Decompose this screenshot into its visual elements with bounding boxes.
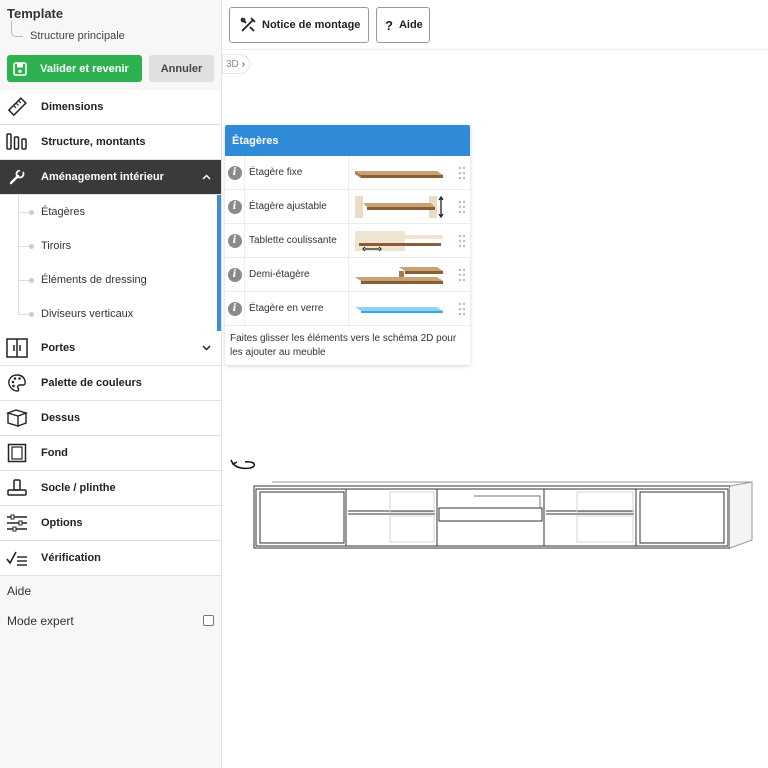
- tree-connector: [11, 21, 23, 37]
- info-button[interactable]: i: [225, 257, 245, 292]
- menu-item-interior[interactable]: Aménagement intérieur: [0, 160, 221, 195]
- expert-mode-label: Mode expert: [7, 614, 74, 628]
- sidebar: Template Structure principale Valider et…: [0, 0, 222, 768]
- adjustable-shelf-image: [349, 190, 449, 224]
- shelf-item-fixed[interactable]: i Étagère fixe: [225, 155, 470, 190]
- menu-item-structure[interactable]: Structure, montants: [0, 125, 221, 160]
- sliding-shelf-image: [349, 224, 449, 258]
- save-icon: [7, 55, 33, 82]
- info-icon: i: [227, 267, 242, 282]
- submenu-item-drawers[interactable]: Tiroirs: [0, 229, 217, 263]
- plinth-icon: [0, 471, 34, 506]
- panel-title: Étagères: [225, 125, 470, 156]
- columns-icon: [0, 125, 34, 160]
- info-button[interactable]: i: [225, 223, 245, 258]
- info-icon: i: [227, 233, 242, 248]
- fixed-shelf-image: [349, 156, 449, 190]
- shelf-item-adjustable[interactable]: i Étagère ajustable: [225, 189, 470, 224]
- submenu-item-dividers[interactable]: Diviseurs verticaux: [0, 297, 217, 331]
- info-button[interactable]: i: [225, 189, 245, 224]
- help-link[interactable]: Aide: [7, 584, 31, 598]
- question-icon: ?: [385, 17, 393, 33]
- menu-item-back[interactable]: Fond: [0, 436, 221, 471]
- rotate-icon[interactable]: [229, 458, 257, 479]
- toolbar: Notice de montage ? Aide: [222, 0, 768, 50]
- doors-icon: [0, 331, 34, 366]
- panel-hint: Faites glisser les éléments vers le sché…: [230, 333, 457, 358]
- menu-item-plinth[interactable]: Socle / plinthe: [0, 471, 221, 506]
- cancel-button[interactable]: Annuler: [149, 55, 214, 82]
- palette-icon: [0, 366, 34, 401]
- validate-label: Valider et revenir: [40, 62, 129, 75]
- back-panel-icon: [0, 436, 34, 471]
- expert-mode-checkbox[interactable]: [203, 615, 214, 626]
- shelf-item-half[interactable]: i Demi-étagère: [225, 257, 470, 292]
- submenu-item-dressing[interactable]: Éléments de dressing: [0, 263, 217, 297]
- menu-item-verification[interactable]: Vérification: [0, 541, 221, 576]
- menu-item-dimensions[interactable]: Dimensions: [0, 90, 221, 125]
- top-box-icon: [0, 401, 34, 436]
- checklist-icon: [0, 541, 34, 576]
- assembly-instructions-button[interactable]: Notice de montage: [229, 7, 369, 43]
- info-button[interactable]: i: [225, 155, 245, 190]
- menu-item-palette[interactable]: Palette de couleurs: [0, 366, 221, 401]
- template-title: Template: [7, 6, 64, 21]
- info-button[interactable]: i: [225, 291, 245, 326]
- chevron-down-icon: [202, 343, 211, 354]
- help-button[interactable]: ? Aide: [376, 7, 430, 43]
- chevron-right-icon: ›: [241, 58, 246, 70]
- shelves-panel: Étagères i Étagère fixe i Étagère ajusta…: [225, 125, 470, 365]
- menu-item-doors[interactable]: Portes: [0, 331, 221, 366]
- ruler-icon: [0, 90, 34, 125]
- validate-button[interactable]: Valider et revenir: [7, 55, 142, 82]
- view-3d-breadcrumb[interactable]: 3D ›: [222, 54, 250, 74]
- info-icon: i: [227, 301, 242, 316]
- glass-shelf-image: [349, 292, 449, 326]
- menu-item-top[interactable]: Dessus: [0, 401, 221, 436]
- info-icon: i: [227, 165, 242, 180]
- shelf-item-glass[interactable]: i Étagère en verre: [225, 291, 470, 326]
- submenu-interior: Étagères Tiroirs Éléments de dressing Di…: [0, 195, 221, 331]
- sidebar-menu: Dimensions Structure, montants Aménageme…: [0, 90, 221, 576]
- submenu-item-shelves[interactable]: Étagères: [0, 195, 217, 229]
- shelf-item-sliding[interactable]: i Tablette coulissante: [225, 223, 470, 258]
- drag-handle-icon[interactable]: [458, 268, 466, 287]
- menu-item-options[interactable]: Options: [0, 506, 221, 541]
- template-subtitle[interactable]: Structure principale: [30, 30, 125, 42]
- half-shelf-image: [349, 258, 449, 292]
- tools-icon: [240, 17, 256, 33]
- drag-handle-icon[interactable]: [458, 234, 466, 253]
- furniture-3d-view[interactable]: [252, 480, 758, 552]
- drag-handle-icon[interactable]: [458, 302, 466, 321]
- info-icon: i: [227, 199, 242, 214]
- drag-handle-icon[interactable]: [458, 200, 466, 219]
- chevron-up-icon: [202, 172, 211, 183]
- drag-handle-icon[interactable]: [458, 166, 466, 185]
- sliders-icon: [0, 506, 34, 541]
- wrench-icon: [0, 160, 34, 195]
